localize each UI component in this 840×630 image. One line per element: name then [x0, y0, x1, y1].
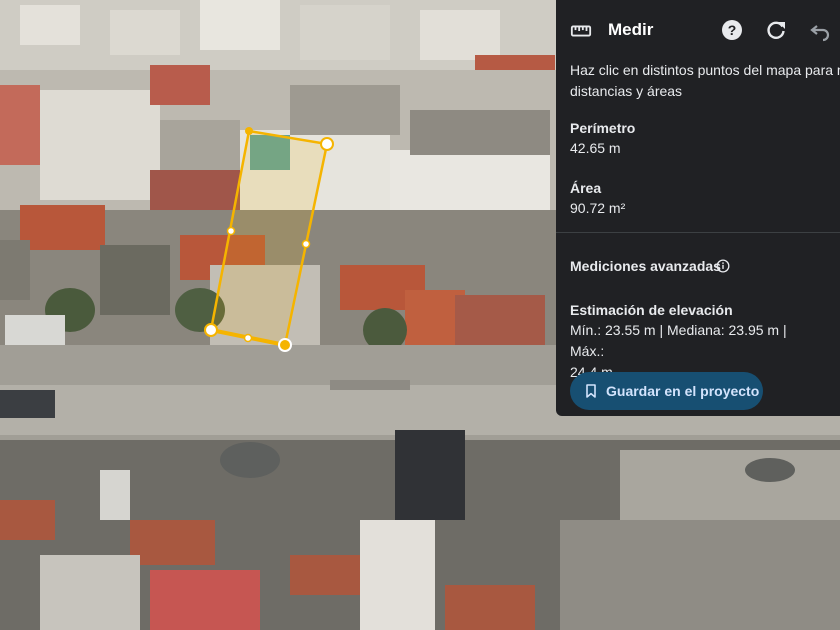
midpoint-handle[interactable]: [243, 333, 253, 343]
midpoint-handle[interactable]: [226, 226, 236, 236]
measure-panel: Medir ? Haz clic en distintos puntos del…: [556, 0, 840, 416]
help-icon[interactable]: ?: [720, 18, 744, 42]
save-to-project-button[interactable]: Guardar en el proyecto: [570, 372, 763, 410]
save-button-label: Guardar en el proyecto: [606, 383, 760, 399]
ruler-icon: [570, 25, 592, 37]
undo-icon[interactable]: [808, 18, 832, 42]
elevation-line: Mín.: 23.55 m | Mediana: 23.95 m | Máx.:: [570, 322, 787, 359]
info-icon[interactable]: [716, 259, 730, 273]
refresh-icon[interactable]: [764, 18, 788, 42]
perimeter-value: 42.65 m: [570, 140, 621, 156]
instruction-line: Haz clic en distintos puntos del mapa pa…: [570, 62, 840, 78]
measure-point[interactable]: [245, 127, 253, 135]
perimeter-label: Perímetro: [570, 120, 636, 136]
panel-header: Medir ?: [556, 0, 840, 62]
bookmark-icon: [586, 384, 596, 398]
instruction-text: Haz clic en distintos puntos del mapa pa…: [570, 60, 840, 102]
area-label: Área: [570, 180, 602, 196]
elevation-label: Estimación de elevación: [570, 302, 733, 318]
measure-point-active[interactable]: [278, 338, 292, 352]
measure-point[interactable]: [320, 137, 334, 151]
panel-title: Medir: [608, 20, 654, 39]
advanced-measurements-toggle[interactable]: Mediciones avanzadas: [570, 258, 721, 274]
roof-block-bottom: [0, 430, 840, 630]
midpoint-handle[interactable]: [301, 239, 311, 249]
instruction-line: distancias y áreas: [570, 83, 683, 99]
svg-text:?: ?: [728, 22, 737, 38]
measure-point[interactable]: [204, 323, 218, 337]
area-value: 90.72 m²: [570, 200, 626, 216]
divider: [556, 232, 840, 233]
